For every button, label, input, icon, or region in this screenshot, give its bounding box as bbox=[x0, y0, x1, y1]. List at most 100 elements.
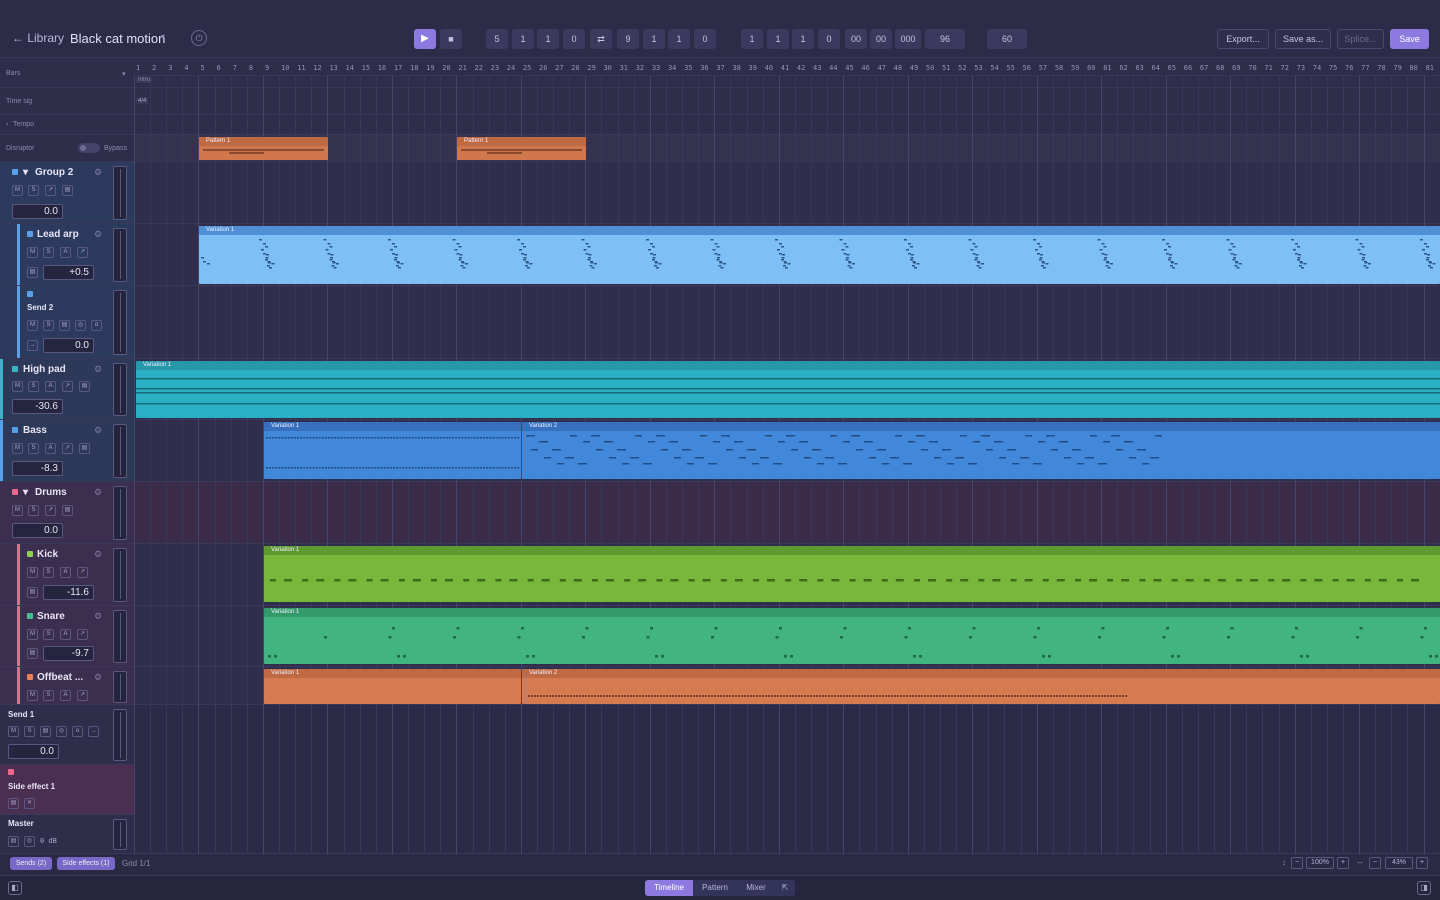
bar-number[interactable]: 81 bbox=[1426, 64, 1434, 72]
arm-button[interactable]: A bbox=[45, 381, 56, 392]
volume-field[interactable]: 0.0 bbox=[8, 744, 59, 759]
bar-number[interactable]: 37 bbox=[716, 64, 724, 72]
kick-clip[interactable]: Variation 1 bbox=[264, 546, 1440, 602]
offbeat-clip-2[interactable]: Variation 2 bbox=[522, 669, 1440, 704]
bass-clip-1[interactable]: Variation 1 bbox=[264, 422, 521, 479]
bar-number[interactable]: 42 bbox=[797, 64, 805, 72]
bar-number[interactable]: 44 bbox=[829, 64, 837, 72]
bar-number[interactable]: 2 bbox=[152, 64, 156, 72]
bar-number[interactable]: 5 bbox=[200, 64, 204, 72]
pattern-clip-2[interactable]: Pattern 1 bbox=[457, 137, 586, 160]
bar-number[interactable]: 16 bbox=[378, 64, 386, 72]
gear-icon[interactable]: ⚙ bbox=[94, 364, 102, 375]
bar-number[interactable]: 38 bbox=[732, 64, 740, 72]
bar-number[interactable]: 52 bbox=[958, 64, 966, 72]
sends-button[interactable]: Sends (2) bbox=[10, 857, 52, 870]
link-icon[interactable]: o bbox=[72, 726, 83, 737]
solo-button[interactable]: S bbox=[43, 629, 54, 640]
expand-icon[interactable]: ▾ bbox=[23, 167, 28, 178]
zoom-in-height-button[interactable]: + bbox=[1337, 857, 1349, 869]
bar-number[interactable]: 28 bbox=[571, 64, 579, 72]
fx-icon[interactable]: ▤ bbox=[79, 381, 90, 392]
track-name[interactable]: Send 1 bbox=[8, 710, 34, 719]
track-name[interactable]: Send 2 bbox=[27, 303, 53, 312]
mute-button[interactable]: M bbox=[12, 185, 23, 196]
mute-button[interactable]: M bbox=[8, 726, 19, 737]
volume-field[interactable]: 0.0 bbox=[43, 338, 94, 353]
bar-number[interactable]: 7 bbox=[233, 64, 237, 72]
bar-number[interactable]: 55 bbox=[1006, 64, 1014, 72]
side-effects-button[interactable]: Side effects (1) bbox=[57, 857, 115, 870]
bar-number[interactable]: 80 bbox=[1409, 64, 1417, 72]
route-icon[interactable]: ↗ bbox=[62, 443, 73, 454]
route-icon[interactable]: ↗ bbox=[77, 690, 88, 701]
close-icon[interactable]: ✕ bbox=[24, 798, 35, 809]
time-minutes[interactable]: 00 bbox=[870, 29, 892, 49]
track-group2[interactable]: ▾ Group 2 ⚙ M S ↗ ▤ 0.0 bbox=[0, 162, 134, 224]
arm-button[interactable]: A bbox=[60, 629, 71, 640]
fx-icon[interactable]: ▤ bbox=[79, 443, 90, 454]
height-zoom-field[interactable]: 100% bbox=[1306, 857, 1334, 869]
solo-button[interactable]: S bbox=[28, 505, 39, 516]
track-send1[interactable]: Send 1 M S ▤ ◎ o → 0.0 bbox=[0, 705, 134, 765]
snare-clip[interactable]: Variation 1 bbox=[264, 608, 1440, 664]
arm-button[interactable]: A bbox=[60, 247, 71, 258]
bar-number[interactable]: 73 bbox=[1297, 64, 1305, 72]
volume-field[interactable]: -9.7 bbox=[43, 646, 94, 661]
volume-field[interactable]: -11.6 bbox=[43, 585, 94, 600]
mute-button[interactable]: M bbox=[27, 247, 38, 258]
bar-number[interactable]: 39 bbox=[749, 64, 757, 72]
fx-icon[interactable]: ▤ bbox=[40, 726, 51, 737]
settings-icon[interactable]: ◎ bbox=[56, 726, 67, 737]
track-color-swatch[interactable] bbox=[12, 366, 18, 372]
bar-number[interactable]: 45 bbox=[845, 64, 853, 72]
bar-number[interactable]: 63 bbox=[1135, 64, 1143, 72]
bar-number[interactable]: 77 bbox=[1361, 64, 1369, 72]
loop-end-tick[interactable]: 0 bbox=[694, 29, 716, 49]
track-high-pad[interactable]: High pad ⚙ M S A ↗ ▤ -30.6 bbox=[0, 359, 134, 420]
bar-number[interactable]: 34 bbox=[668, 64, 676, 72]
solo-button[interactable]: S bbox=[43, 567, 54, 578]
play-button[interactable]: ▶ bbox=[414, 29, 436, 49]
track-side-effect1[interactable]: Side effect 1 ▤ ✕ bbox=[0, 765, 134, 815]
width-zoom-field[interactable]: 43% bbox=[1385, 857, 1413, 869]
bar-number[interactable]: 69 bbox=[1232, 64, 1240, 72]
loop-toggle-button[interactable]: ⇄ bbox=[590, 29, 612, 49]
volume-field[interactable]: -8.3 bbox=[12, 461, 63, 476]
pattern-clip-1[interactable]: Pattern 1 bbox=[199, 137, 328, 160]
bar-number[interactable]: 76 bbox=[1345, 64, 1353, 72]
bar-number[interactable]: 21 bbox=[458, 64, 466, 72]
route-icon[interactable]: ↗ bbox=[62, 381, 73, 392]
gear-icon[interactable]: ⚙ bbox=[94, 229, 102, 240]
route-icon[interactable]: → bbox=[27, 340, 38, 351]
link-icon[interactable]: o bbox=[91, 320, 102, 331]
fx-icon[interactable]: ▤ bbox=[27, 587, 38, 598]
bar-number[interactable]: 74 bbox=[1313, 64, 1321, 72]
time-hours[interactable]: 00 bbox=[845, 29, 867, 49]
bar-ruler[interactable]: 1 2 3 4 5 6 7 8 9 10 11 12 13 14 15 16 17 18 19 20 21 22 23 24 2… bbox=[134, 58, 1440, 76]
fx-icon[interactable]: ▤ bbox=[8, 798, 19, 809]
mute-button[interactable]: M bbox=[12, 443, 23, 454]
bar-number[interactable]: 24 bbox=[507, 64, 515, 72]
bar-number[interactable]: 67 bbox=[1200, 64, 1208, 72]
song-title[interactable]: Black cat motion bbox=[70, 31, 165, 46]
track-color-swatch[interactable] bbox=[12, 489, 18, 495]
bass-clip-2[interactable]: Variation 2 bbox=[522, 422, 1440, 479]
track-kick[interactable]: Kick ⚙ M S A ↗ ▤ -11.6 bbox=[0, 544, 134, 606]
volume-field[interactable]: 0.0 bbox=[12, 204, 63, 219]
bar-number[interactable]: 15 bbox=[362, 64, 370, 72]
track-name[interactable]: Lead arp bbox=[37, 229, 79, 240]
track-name[interactable]: Side effect 1 bbox=[8, 782, 55, 791]
time-milliseconds[interactable]: 000 bbox=[895, 29, 921, 49]
bypass-toggle[interactable] bbox=[78, 143, 100, 153]
loop-start-sixteenth[interactable]: 1 bbox=[537, 29, 559, 49]
tab-mixer[interactable]: Mixer bbox=[737, 880, 775, 896]
gear-icon[interactable]: ⚙ bbox=[94, 611, 102, 622]
bar-number[interactable]: 29 bbox=[587, 64, 595, 72]
bar-number[interactable]: 70 bbox=[1248, 64, 1256, 72]
bar-number[interactable]: 62 bbox=[1119, 64, 1127, 72]
bar-number[interactable]: 71 bbox=[1264, 64, 1272, 72]
bar-number[interactable]: 66 bbox=[1184, 64, 1192, 72]
track-color-swatch[interactable] bbox=[8, 769, 14, 775]
bar-number[interactable]: 78 bbox=[1377, 64, 1385, 72]
